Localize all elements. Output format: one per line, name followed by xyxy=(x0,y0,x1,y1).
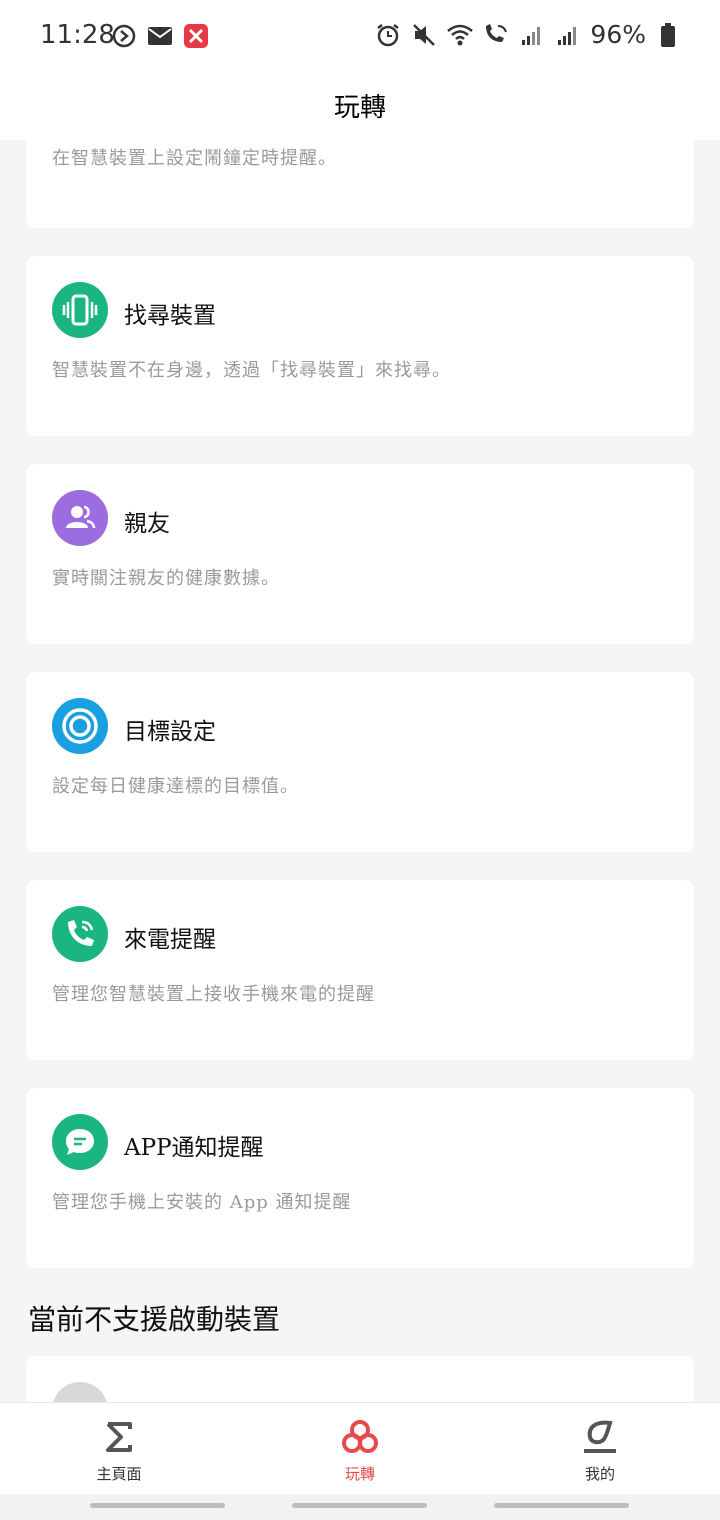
card-title: APP通知提醒 xyxy=(124,1135,264,1161)
status-time: 11:28 xyxy=(40,20,115,50)
card-title: 目標設定 xyxy=(124,719,216,745)
mail-icon xyxy=(146,22,174,50)
nav-label: 主頁面 xyxy=(96,1465,142,1483)
nav-tab-home[interactable]: 主頁面 xyxy=(44,1403,194,1495)
card-desc: 設定每日健康達標的目標值。 xyxy=(52,776,299,797)
nav-label: 我的 xyxy=(584,1465,615,1483)
card-call-reminder[interactable]: 來電提醒 管理您智慧裝置上接收手機來電的提醒 xyxy=(26,880,694,1060)
nav-tab-me[interactable]: 我的 xyxy=(525,1403,675,1495)
card-desc: 智慧裝置不在身邊，透過「找尋裝置」來找尋。 xyxy=(52,360,451,381)
card-desc: 管理您智慧裝置上接收手機來電的提醒 xyxy=(52,984,375,1005)
profile-icon xyxy=(580,1417,620,1457)
bottom-navigation: 主頁面 玩轉 我的 xyxy=(0,1402,720,1495)
sigma-icon xyxy=(99,1417,139,1457)
contacts-icon xyxy=(52,490,108,546)
signal-icon xyxy=(554,21,582,49)
status-bar: 11:28 96% xyxy=(0,0,720,70)
card-title: 來電提醒 xyxy=(124,927,216,953)
page-title: 玩轉 xyxy=(333,92,386,123)
section-title-unsupported: 當前不支援啟動裝置 xyxy=(28,1303,281,1336)
gesture-pill[interactable] xyxy=(90,1503,225,1508)
card-desc: 實時關注親友的健康數據。 xyxy=(52,568,280,589)
message-icon xyxy=(52,1114,108,1170)
nav-label: 玩轉 xyxy=(344,1465,375,1483)
card-title: 親友 xyxy=(124,511,170,537)
rings-icon xyxy=(340,1417,380,1457)
card-app-notification[interactable]: APP通知提醒 管理您手機上安裝的 App 通知提醒 xyxy=(26,1088,694,1268)
nav-tab-play[interactable]: 玩轉 xyxy=(285,1403,435,1495)
wifi-icon xyxy=(446,21,474,49)
battery-percent: 96% xyxy=(590,20,646,49)
nav-arrow-icon xyxy=(110,22,138,50)
phone-call-icon xyxy=(52,906,108,962)
card-unsupported-item[interactable] xyxy=(26,1356,694,1402)
alarm-icon xyxy=(374,21,402,49)
disabled-feature-icon xyxy=(52,1382,108,1402)
app-notification-icon xyxy=(182,22,210,50)
vibrate-phone-icon xyxy=(52,282,108,338)
gesture-pill[interactable] xyxy=(292,1503,427,1508)
card-goal-setting[interactable]: 目標設定 設定每日健康達標的目標值。 xyxy=(26,672,694,852)
system-gesture-bar xyxy=(0,1494,720,1520)
card-title: 找尋裝置 xyxy=(124,303,216,329)
card-desc: 管理您手機上安裝的 App 通知提醒 xyxy=(52,1192,352,1213)
battery-icon xyxy=(654,21,682,49)
card-friends[interactable]: 親友 實時關注親友的健康數據。 xyxy=(26,464,694,644)
card-desc: 在智慧裝置上設定鬧鐘定時提醒。 xyxy=(52,148,337,169)
app-header: 玩轉 xyxy=(0,70,720,140)
wifi-calling-icon xyxy=(482,21,510,49)
signal-icon xyxy=(518,21,546,49)
feature-list: 在智慧裝置上設定鬧鐘定時提醒。 找尋裝置 智慧裝置不在身邊，透過「找尋裝置」來找… xyxy=(0,140,720,1402)
card-alarm[interactable]: 在智慧裝置上設定鬧鐘定時提醒。 xyxy=(26,140,694,228)
gesture-pill[interactable] xyxy=(494,1503,629,1508)
card-find-device[interactable]: 找尋裝置 智慧裝置不在身邊，透過「找尋裝置」來找尋。 xyxy=(26,256,694,436)
target-icon xyxy=(52,698,108,754)
mute-icon xyxy=(410,21,438,49)
